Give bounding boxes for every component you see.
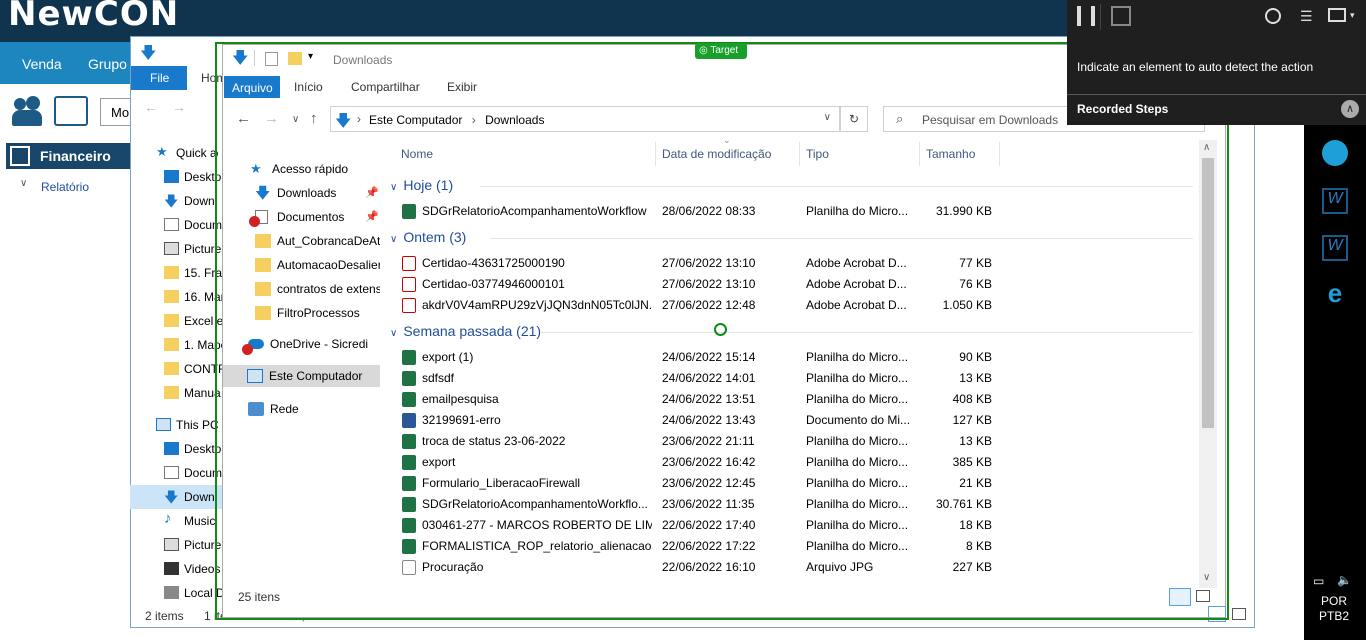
star-icon: ★ — [156, 144, 168, 159]
newcon-app-icon[interactable]: W — [1322, 188, 1348, 214]
back-status-count: 2 items — [145, 609, 184, 623]
music-icon: ♪ — [164, 510, 172, 527]
tab-file[interactable]: File — [131, 66, 187, 90]
chevron-down-icon[interactable]: ▾ — [1350, 10, 1355, 21]
users-icon[interactable] — [12, 96, 46, 126]
target-detect-icon[interactable] — [1265, 8, 1281, 24]
pictures-icon — [164, 538, 179, 551]
document-icon — [164, 466, 179, 479]
list-icon[interactable]: ☰ — [1300, 8, 1313, 25]
pause-icon[interactable] — [1077, 6, 1095, 26]
folder-icon — [164, 362, 179, 375]
folder-icon — [164, 290, 179, 303]
divider — [1100, 4, 1101, 30]
app-logo: NewCON — [8, 0, 180, 34]
nav-grupo[interactable]: Grupo — [88, 56, 127, 72]
computer-icon — [156, 418, 171, 431]
edge-icon[interactable] — [1322, 140, 1348, 166]
videos-icon — [164, 562, 179, 575]
relatorio-item[interactable]: Relatório — [41, 180, 89, 194]
chevron-down-icon[interactable]: ∨ — [20, 178, 27, 189]
desktop-icon — [164, 170, 179, 183]
download-icon: 🡇 — [164, 489, 179, 505]
drive-icon — [164, 586, 179, 599]
back-arrow-icon[interactable]: ← — [144, 99, 158, 115]
app-nav: Venda Grupo — [0, 42, 132, 84]
app-sidebar — [0, 140, 132, 640]
folder-icon — [164, 314, 179, 327]
recorder-message: Indicate an element to auto detect the a… — [1077, 60, 1314, 74]
divider — [1067, 94, 1366, 95]
menu-icon — [10, 146, 30, 166]
desktop-icon — [164, 442, 179, 455]
document-icon — [164, 218, 179, 231]
network-tray-icon[interactable]: ▭ — [1313, 574, 1324, 588]
collapse-icon[interactable]: ∧ — [1341, 100, 1359, 118]
nav-venda[interactable]: Venda — [22, 56, 62, 72]
folder-icon — [164, 266, 179, 279]
folder-icon — [164, 386, 179, 399]
nav-this-pc[interactable]: This PC — [152, 413, 218, 437]
chart-icon[interactable] — [54, 96, 88, 126]
language-indicator[interactable]: POR PTB2 — [1308, 594, 1360, 624]
screen-icon[interactable] — [1328, 8, 1346, 22]
save-icon[interactable] — [1111, 6, 1131, 26]
target-badge: ◎ Target — [695, 43, 747, 59]
download-icon: 🡇 — [164, 193, 179, 209]
target-highlight — [215, 42, 1229, 620]
target-icon: ◎ — [699, 45, 711, 56]
forward-arrow-icon[interactable]: → — [172, 99, 186, 115]
pictures-icon — [164, 242, 179, 255]
nav-quick-access[interactable]: ★Quick ac — [152, 141, 218, 165]
download-arrow-icon: 🡇 — [140, 45, 157, 62]
volume-icon[interactable]: 🔈 — [1337, 573, 1352, 587]
recorded-steps-label[interactable]: Recorded Steps — [1077, 102, 1168, 116]
nav-item-selected[interactable]: 🡇 Down — [130, 485, 226, 509]
folder-icon — [164, 338, 179, 351]
large-icons-view-icon[interactable] — [1232, 608, 1246, 620]
ie-icon[interactable]: e — [1322, 280, 1348, 307]
newcon-app-icon[interactable]: W — [1322, 235, 1348, 261]
